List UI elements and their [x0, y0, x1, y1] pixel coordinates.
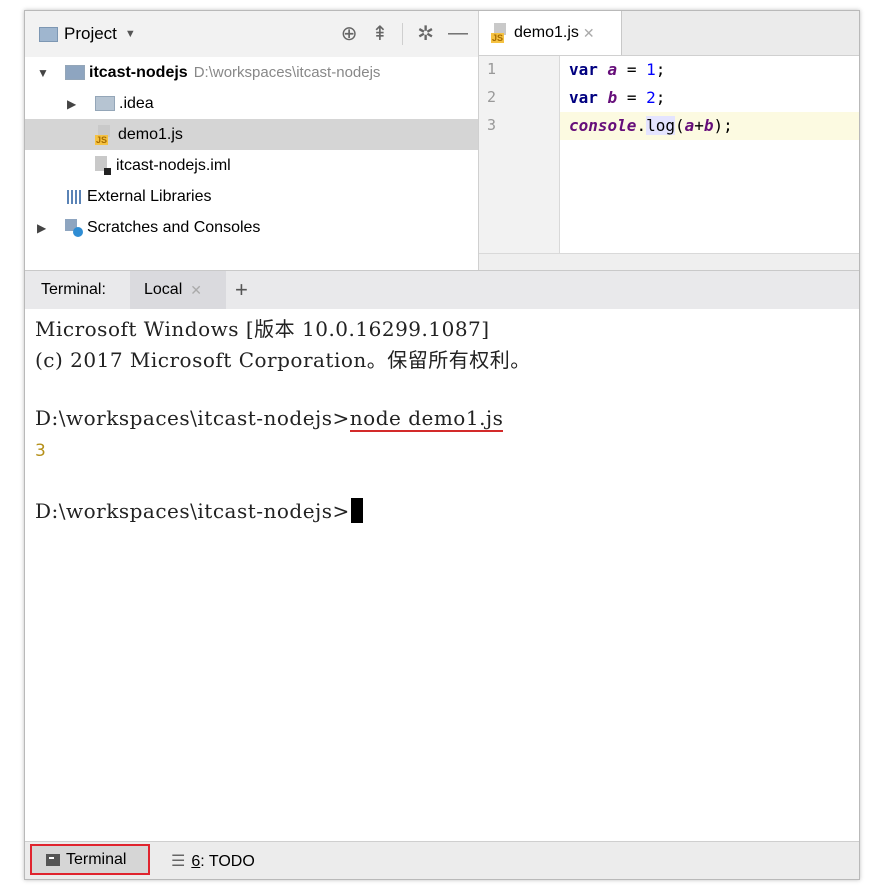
- code-line-current: console.log(a+b);: [560, 112, 859, 140]
- number-literal: 2: [646, 88, 656, 107]
- tree-item-iml[interactable]: itcast-nodejs.iml: [25, 150, 478, 181]
- terminal-command: node demo1.js: [349, 406, 504, 432]
- terminal-icon: [46, 853, 60, 866]
- ide-window: Project ▼ ⊕ ⇞ ✲ — ▼ itcast-nodejs D:\wor…: [24, 10, 860, 880]
- minimize-icon[interactable]: —: [448, 22, 468, 45]
- operator: =: [617, 60, 647, 79]
- demo1-file-name: demo1.js: [118, 125, 183, 143]
- project-title: Project: [64, 24, 117, 43]
- line-number: 1: [487, 60, 497, 78]
- terminal-label: Terminal:: [41, 281, 106, 298]
- project-toolbar: ⊕ ⇞ ✲ —: [327, 21, 468, 46]
- punctuation: ;: [655, 88, 666, 107]
- editor-tabs: JS demo1.js ✕: [479, 11, 859, 56]
- folder-icon: [95, 96, 115, 111]
- number-literal: 1: [646, 60, 656, 79]
- scratches-label: Scratches and Consoles: [87, 218, 261, 236]
- js-file-icon: JS: [95, 124, 113, 145]
- add-terminal-icon[interactable]: +: [235, 277, 248, 303]
- chevron-down-icon[interactable]: ▼: [37, 66, 49, 80]
- tab-label: demo1.js: [514, 24, 579, 41]
- keyword: var: [569, 60, 598, 79]
- close-icon[interactable]: ✕: [583, 25, 595, 42]
- chevron-right-icon[interactable]: ▶: [37, 221, 46, 235]
- module-folder-icon: [65, 65, 85, 80]
- tree-item-root[interactable]: ▼ itcast-nodejs D:\workspaces\itcast-nod…: [25, 57, 478, 88]
- terminal-cursor: [350, 498, 363, 523]
- terminal-line: Microsoft Windows [版本 10.0.16299.1087]: [35, 317, 490, 341]
- list-icon: ☰: [171, 853, 186, 870]
- terminal-tool-button[interactable]: Terminal: [30, 844, 150, 875]
- tab-local-label: Local: [144, 281, 183, 298]
- punctuation: );: [713, 116, 733, 135]
- root-folder-name: itcast-nodejs: [89, 63, 188, 81]
- tree-item-external-libraries[interactable]: External Libraries: [25, 181, 478, 212]
- identifier: b: [703, 116, 714, 135]
- idea-folder-name: .idea: [119, 94, 154, 112]
- toolbar-divider: [402, 22, 404, 45]
- code-line: var a = 1;: [560, 56, 859, 84]
- chevron-down-icon: ▼: [124, 28, 136, 40]
- tree-item-demo1[interactable]: JS demo1.js: [25, 119, 478, 150]
- iml-file-name: itcast-nodejs.iml: [116, 156, 231, 174]
- punctuation: (: [674, 116, 685, 135]
- terminal-result: 3: [35, 441, 47, 461]
- operator: +: [694, 116, 704, 135]
- identifier: a: [684, 116, 695, 135]
- terminal-prompt: D:\workspaces\itcast-nodejs>: [35, 499, 350, 523]
- terminal-prompt: D:\workspaces\itcast-nodejs>: [35, 406, 350, 430]
- project-folder-icon: [39, 26, 58, 42]
- identifier: a: [607, 60, 618, 79]
- tab-local[interactable]: Local ✕: [130, 271, 226, 309]
- operator: =: [617, 88, 647, 107]
- todo-shortcut-number: 6: [191, 853, 201, 870]
- tree-item-scratches[interactable]: ▶ Scratches and Consoles: [25, 212, 478, 243]
- tool-window-bar: Terminal ☰ 6: TODO: [25, 841, 859, 879]
- external-libraries-label: External Libraries: [87, 187, 212, 205]
- terminal-output[interactable]: Microsoft Windows [版本 10.0.16299.1087] (…: [25, 309, 859, 841]
- locate-icon[interactable]: ⊕: [341, 21, 358, 46]
- keyword: var: [569, 88, 598, 107]
- terminal-tool-label: Terminal: [66, 850, 127, 868]
- punctuation: .: [636, 116, 647, 135]
- tab-demo1-js[interactable]: JS demo1.js ✕: [479, 11, 622, 55]
- project-view-selector[interactable]: Project ▼: [39, 24, 136, 44]
- terminal-line: (c) 2017 Microsoft Corporation。保留所有权利。: [35, 348, 531, 372]
- code-area[interactable]: var a = 1; var b = 2; console.log(a+b);: [560, 56, 859, 254]
- library-icon: [67, 189, 83, 204]
- root-folder-path: D:\workspaces\itcast-nodejs: [193, 64, 381, 81]
- terminal-line-command: D:\workspaces\itcast-nodejs>node demo1.j…: [35, 406, 504, 432]
- identifier: b: [607, 88, 618, 107]
- editor-panel: JS demo1.js ✕ 1 2 3 var a = 1; var b = 2…: [478, 11, 859, 270]
- terminal-line-prompt: D:\workspaces\itcast-nodejs>: [35, 498, 363, 523]
- line-number-gutter: 1 2 3: [479, 56, 560, 254]
- close-icon[interactable]: ✕: [190, 282, 202, 299]
- punctuation: ;: [655, 60, 666, 79]
- gear-icon[interactable]: ✲: [417, 21, 434, 46]
- method-name: log: [646, 116, 675, 135]
- scratches-icon: [65, 218, 83, 237]
- line-number: 2: [487, 88, 497, 106]
- code-line: var b = 2;: [560, 84, 859, 112]
- todo-label: : TODO: [200, 853, 255, 870]
- project-panel: Project ▼ ⊕ ⇞ ✲ — ▼ itcast-nodejs D:\wor…: [25, 11, 478, 270]
- chevron-right-icon[interactable]: ▶: [67, 97, 76, 111]
- project-header: Project ▼ ⊕ ⇞ ✲ —: [25, 11, 478, 57]
- iml-file-icon: [95, 155, 111, 176]
- editor-horizontal-scrollbar[interactable]: [479, 253, 859, 270]
- collapse-all-icon[interactable]: ⇞: [371, 21, 388, 46]
- todo-tool-button[interactable]: ☰ 6: TODO: [171, 851, 255, 871]
- terminal-tab-bar: Terminal: Local ✕ +: [25, 270, 859, 310]
- tree-item-idea[interactable]: ▶ .idea: [25, 88, 478, 119]
- line-number: 3: [487, 116, 497, 134]
- identifier: console: [569, 116, 637, 135]
- js-file-icon: JS: [491, 23, 509, 43]
